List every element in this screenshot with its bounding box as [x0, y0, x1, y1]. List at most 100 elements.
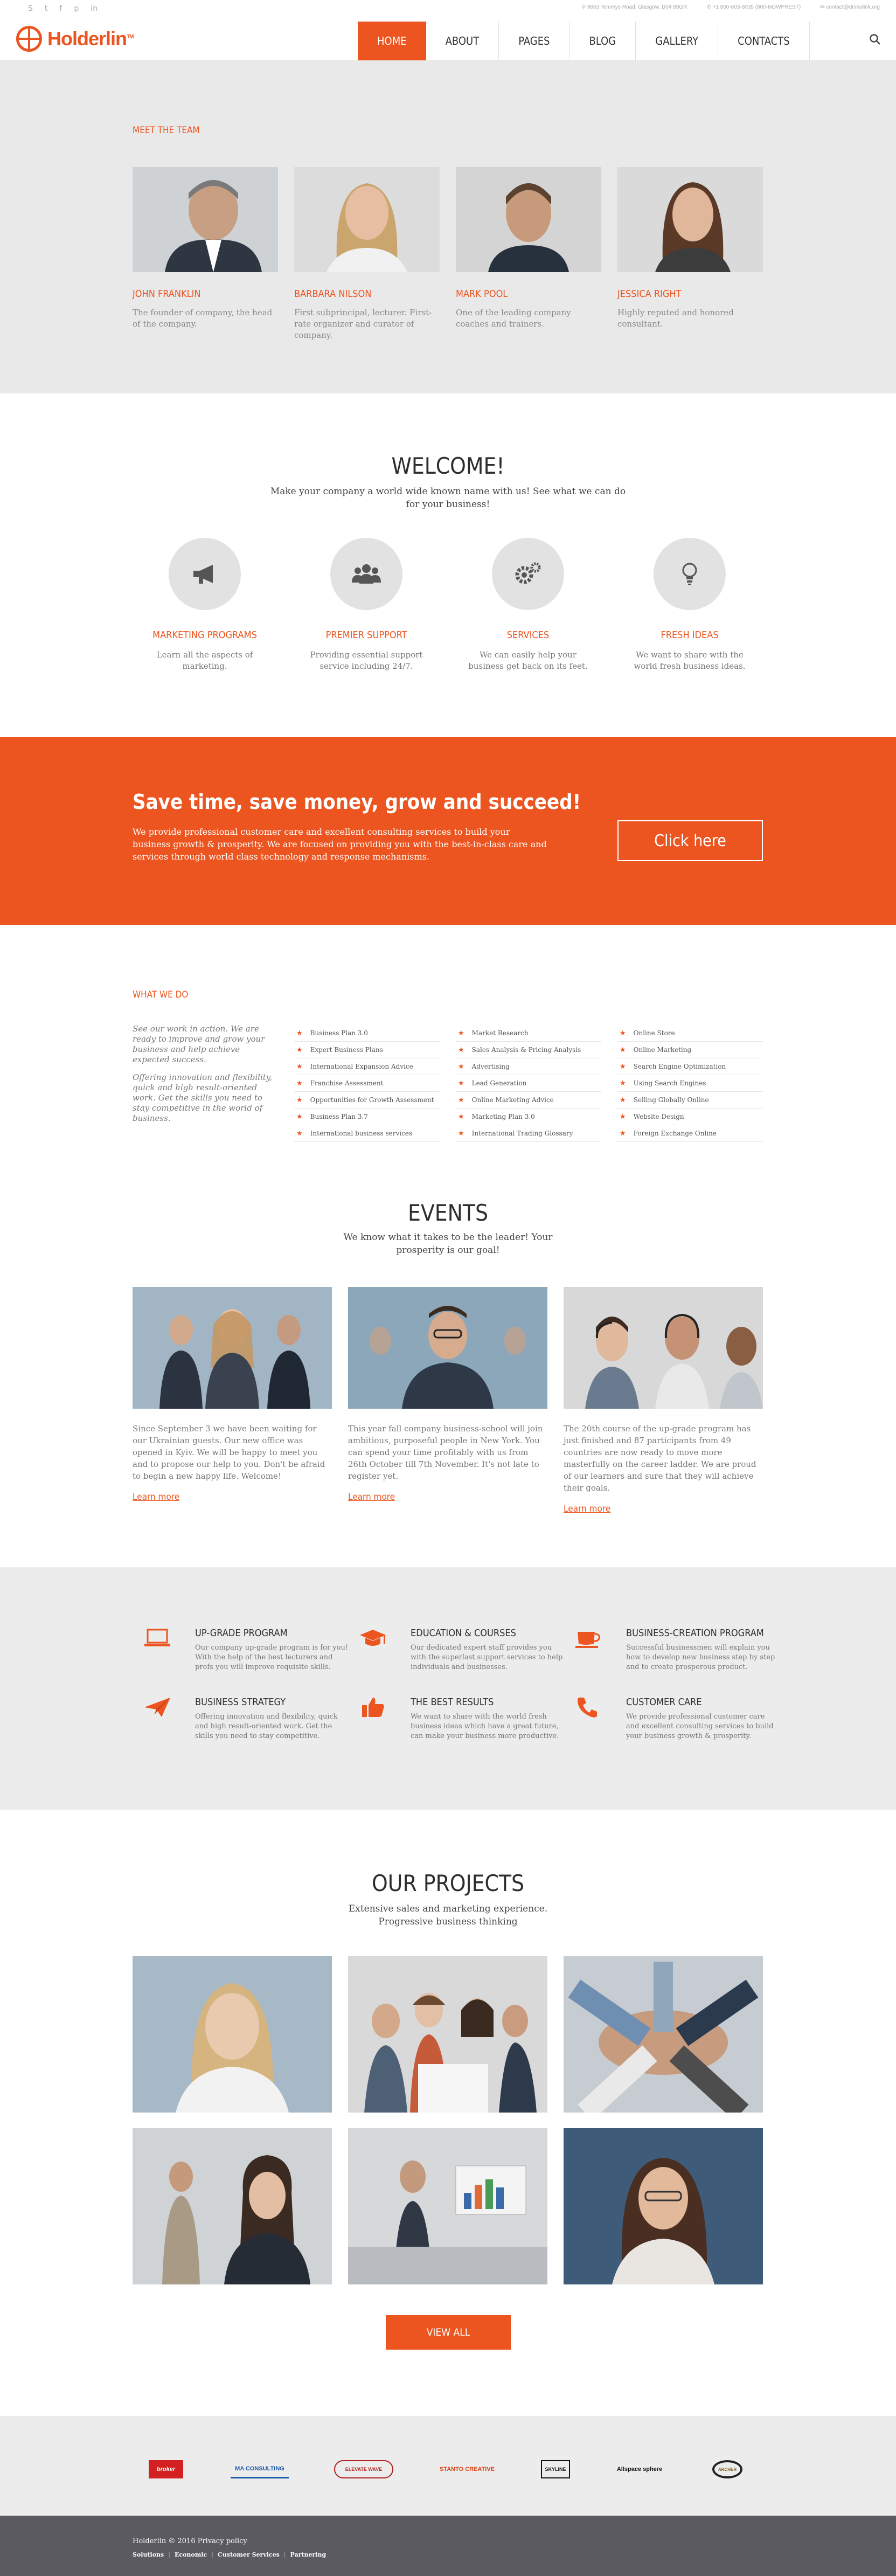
member-photo[interactable]: [456, 167, 601, 272]
list-item[interactable]: ★ Online Store: [617, 1025, 763, 1042]
search-icon[interactable]: [869, 33, 881, 45]
feature-title[interactable]: SERVICES: [463, 629, 593, 641]
main-nav: HOME ABOUT PAGES BLOG GALLERY CONTACTS: [358, 22, 810, 60]
brand-logo[interactable]: Allspace sphere: [610, 2460, 669, 2478]
list-item[interactable]: ★ Selling Globally Online: [617, 1092, 763, 1109]
star-icon: ★: [296, 1129, 303, 1138]
nav-pages[interactable]: PAGES: [499, 22, 570, 60]
star-icon: ★: [458, 1096, 464, 1104]
team-label: MEET THE TEAM: [133, 125, 200, 136]
megaphone-icon[interactable]: [169, 538, 241, 610]
facebook-icon[interactable]: f: [59, 4, 62, 13]
feature-title[interactable]: MARKETING PROGRAMS: [140, 629, 269, 641]
list-item[interactable]: ★ Advertising: [456, 1058, 601, 1075]
twitter-icon[interactable]: t: [45, 4, 48, 13]
project-image[interactable]: [564, 1956, 763, 2113]
star-icon: ★: [296, 1062, 303, 1071]
learn-more-link[interactable]: Learn more: [564, 1504, 763, 1514]
event-image[interactable]: [348, 1287, 547, 1409]
list-item[interactable]: ★ International Trading Glossary: [456, 1125, 601, 1142]
gears-icon[interactable]: [492, 538, 564, 610]
list-item[interactable]: ★ International Expansion Advice: [294, 1058, 440, 1075]
star-icon: ★: [458, 1029, 464, 1037]
list-item[interactable]: ★ Search Engine Optimization: [617, 1058, 763, 1075]
brand-logo[interactable]: SKYLINE: [541, 2460, 570, 2478]
cta-text: We provide professional customer care an…: [133, 827, 547, 862]
service-title[interactable]: BUSINESS STRATEGY: [195, 1696, 337, 1708]
copyright-text[interactable]: Holderlin © 2016 Privacy policy: [133, 2537, 247, 2545]
feature-item: SERVICES We can easily help your busines…: [463, 538, 593, 672]
service-title[interactable]: BUSINESS-CREATION PROGRAM: [626, 1628, 768, 1639]
brand-logo[interactable]: ARCHER: [712, 2460, 742, 2478]
nav-home[interactable]: HOME: [358, 22, 426, 60]
learn-more-link[interactable]: Learn more: [133, 1492, 332, 1502]
view-all-button[interactable]: VIEW ALL: [386, 2315, 511, 2350]
list-item[interactable]: ★ Online Marketing Advice: [456, 1092, 601, 1109]
team-member: MARK POOL One of the leading company coa…: [456, 167, 601, 330]
service-desc: Our dedicated expert staff provides you …: [411, 1644, 563, 1671]
project-image[interactable]: [133, 1956, 332, 2113]
brand-logo[interactable]: broker: [149, 2460, 183, 2478]
list-item[interactable]: ★ Opportunities for Growth Assessment: [294, 1092, 440, 1109]
list-item[interactable]: ★ Market Research: [456, 1025, 601, 1042]
list-item[interactable]: ★ Franchise Assessment: [294, 1075, 440, 1092]
list-item[interactable]: ★ International business services: [294, 1125, 440, 1142]
member-name[interactable]: BARBARA NILSON: [294, 288, 440, 300]
service-title[interactable]: THE BEST RESULTS: [411, 1696, 553, 1708]
events-title: EVENTS: [408, 1200, 488, 1226]
email-text[interactable]: ✉ contact@demolink.org: [820, 4, 880, 10]
event-image[interactable]: [133, 1287, 332, 1409]
brand-logo[interactable]: MA CONSULTING: [231, 2460, 289, 2478]
footer-link[interactable]: Partnering: [290, 2551, 327, 2558]
feature-title[interactable]: FRESH IDEAS: [625, 629, 754, 641]
footer-link[interactable]: Customer Services: [218, 2551, 280, 2558]
event-text: Since September 3 we have been waiting f…: [133, 1424, 325, 1481]
click-here-button[interactable]: Click here: [617, 820, 763, 861]
member-photo[interactable]: [133, 167, 278, 272]
list-item[interactable]: ★ Business Plan 3.0: [294, 1025, 440, 1042]
member-photo[interactable]: [294, 167, 440, 272]
brand-logo[interactable]: ELEVATE WAVE: [334, 2460, 393, 2478]
nav-gallery[interactable]: GALLERY: [636, 22, 719, 60]
globe-icon: [16, 26, 42, 52]
project-image[interactable]: [133, 2128, 332, 2284]
project-image[interactable]: [564, 2128, 763, 2284]
mail-icon: ✉: [820, 4, 826, 10]
feature-title[interactable]: PREMIER SUPPORT: [302, 629, 431, 641]
project-image[interactable]: [348, 1956, 547, 2113]
learn-more-link[interactable]: Learn more: [348, 1492, 547, 1502]
service-title[interactable]: EDUCATION & COURSES: [411, 1628, 553, 1639]
star-icon: ★: [458, 1112, 464, 1121]
list-item[interactable]: ★ Foreign Exchange Online: [617, 1125, 763, 1142]
member-name[interactable]: JESSICA RIGHT: [617, 288, 763, 300]
skype-icon[interactable]: S: [28, 4, 33, 13]
member-name[interactable]: MARK POOL: [456, 288, 601, 300]
service-title[interactable]: UP-GRADE PROGRAM: [195, 1628, 337, 1639]
nav-blog[interactable]: BLOG: [569, 22, 636, 60]
linkedin-icon[interactable]: in: [91, 4, 98, 13]
pinterest-icon[interactable]: p: [74, 4, 79, 13]
footer-link[interactable]: Economic: [175, 2551, 207, 2558]
footer-link[interactable]: Solutions: [133, 2551, 164, 2558]
member-photo[interactable]: [617, 167, 763, 272]
list-item[interactable]: ★ Using Search Engines: [617, 1075, 763, 1092]
users-icon[interactable]: [330, 538, 402, 610]
list-item[interactable]: ★ Sales Analysis & Pricing Analysis: [456, 1042, 601, 1058]
lightbulb-icon[interactable]: [654, 538, 726, 610]
list-item[interactable]: ★ Marketing Plan 3.0: [456, 1109, 601, 1125]
list-item[interactable]: ★ Online Marketing: [617, 1042, 763, 1058]
event-image[interactable]: [564, 1287, 763, 1409]
phone-text[interactable]: ✆ +1 800-603-6035 (800-NOWPREST): [706, 4, 801, 10]
list-item[interactable]: ★ Website Design: [617, 1109, 763, 1125]
nav-about[interactable]: ABOUT: [426, 22, 499, 60]
brand-logo[interactable]: STANTO CREATIVE: [437, 2460, 497, 2478]
nav-contacts[interactable]: CONTACTS: [718, 22, 810, 60]
list-item[interactable]: ★ Business Plan 3.7: [294, 1109, 440, 1125]
member-name[interactable]: JOHN FRANKLIN: [133, 288, 278, 300]
project-image[interactable]: [348, 2128, 547, 2284]
service-title[interactable]: CUSTOMER CARE: [626, 1696, 768, 1708]
list-item[interactable]: ★ Expert Business Plans: [294, 1042, 440, 1058]
coffee-cup-icon: [575, 1632, 600, 1648]
logo[interactable]: HolderlinTM: [16, 26, 134, 52]
list-item[interactable]: ★ Lead Generation: [456, 1075, 601, 1092]
